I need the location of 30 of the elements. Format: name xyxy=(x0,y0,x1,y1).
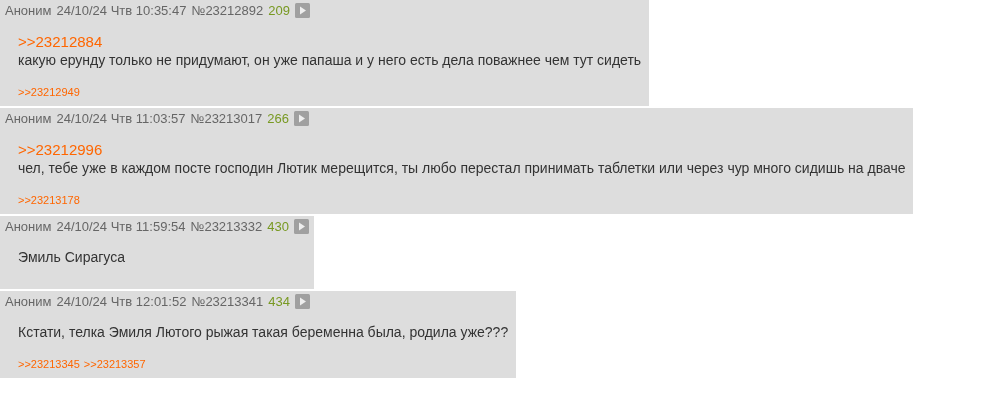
author-name: Аноним xyxy=(5,293,52,309)
post-number[interactable]: №23213332 xyxy=(190,218,263,234)
post-date: 24/10/24 Чтв 11:03:57 xyxy=(56,110,186,126)
play-icon[interactable] xyxy=(293,218,309,234)
backlink[interactable]: >>23213345 xyxy=(18,358,80,370)
post-ordinal: 430 xyxy=(267,218,289,234)
author-name: Аноним xyxy=(5,110,52,126)
backlink[interactable]: >>23213178 xyxy=(18,194,80,206)
post-ordinal: 434 xyxy=(268,293,290,309)
author-name: Аноним xyxy=(5,2,52,18)
post-text: какую ерунду только не придумают, он уже папаша и у него есть дела поважнее чем тут сидеть xyxy=(18,51,642,70)
post-date: 24/10/24 Чтв 10:35:47 xyxy=(56,2,187,18)
play-icon[interactable] xyxy=(294,2,310,18)
play-icon[interactable] xyxy=(293,110,309,126)
post-text: Кстати, телка Эмиля Лютого рыжая такая беременна была, родила уже??? xyxy=(18,323,509,342)
post-date: 24/10/24 Чтв 12:01:52 xyxy=(56,293,187,309)
backlink[interactable]: >>23213357 xyxy=(83,358,146,370)
post-text: чел, тебе уже в каждом посте господин Лютик мерещится, ты любо перестал принимать таблетки или через чур много сидишь на дваче xyxy=(18,159,906,178)
play-icon[interactable] xyxy=(294,293,310,309)
post-number[interactable]: №23213341 xyxy=(191,293,264,309)
reply-link[interactable]: >>23212996 xyxy=(18,140,906,159)
post-ordinal: 266 xyxy=(267,110,289,126)
post-ordinal: 209 xyxy=(268,2,290,18)
post-text: Эмиль Сирагуса xyxy=(18,248,126,267)
post-date: 24/10/24 Чтв 11:59:54 xyxy=(56,218,186,234)
post-number[interactable]: №23213017 xyxy=(190,110,263,126)
author-name: Аноним xyxy=(5,218,52,234)
backlink[interactable]: >>23212949 xyxy=(18,86,80,98)
reply-link[interactable]: >>23212884 xyxy=(18,32,642,51)
post-number[interactable]: №23212892 xyxy=(191,2,264,18)
